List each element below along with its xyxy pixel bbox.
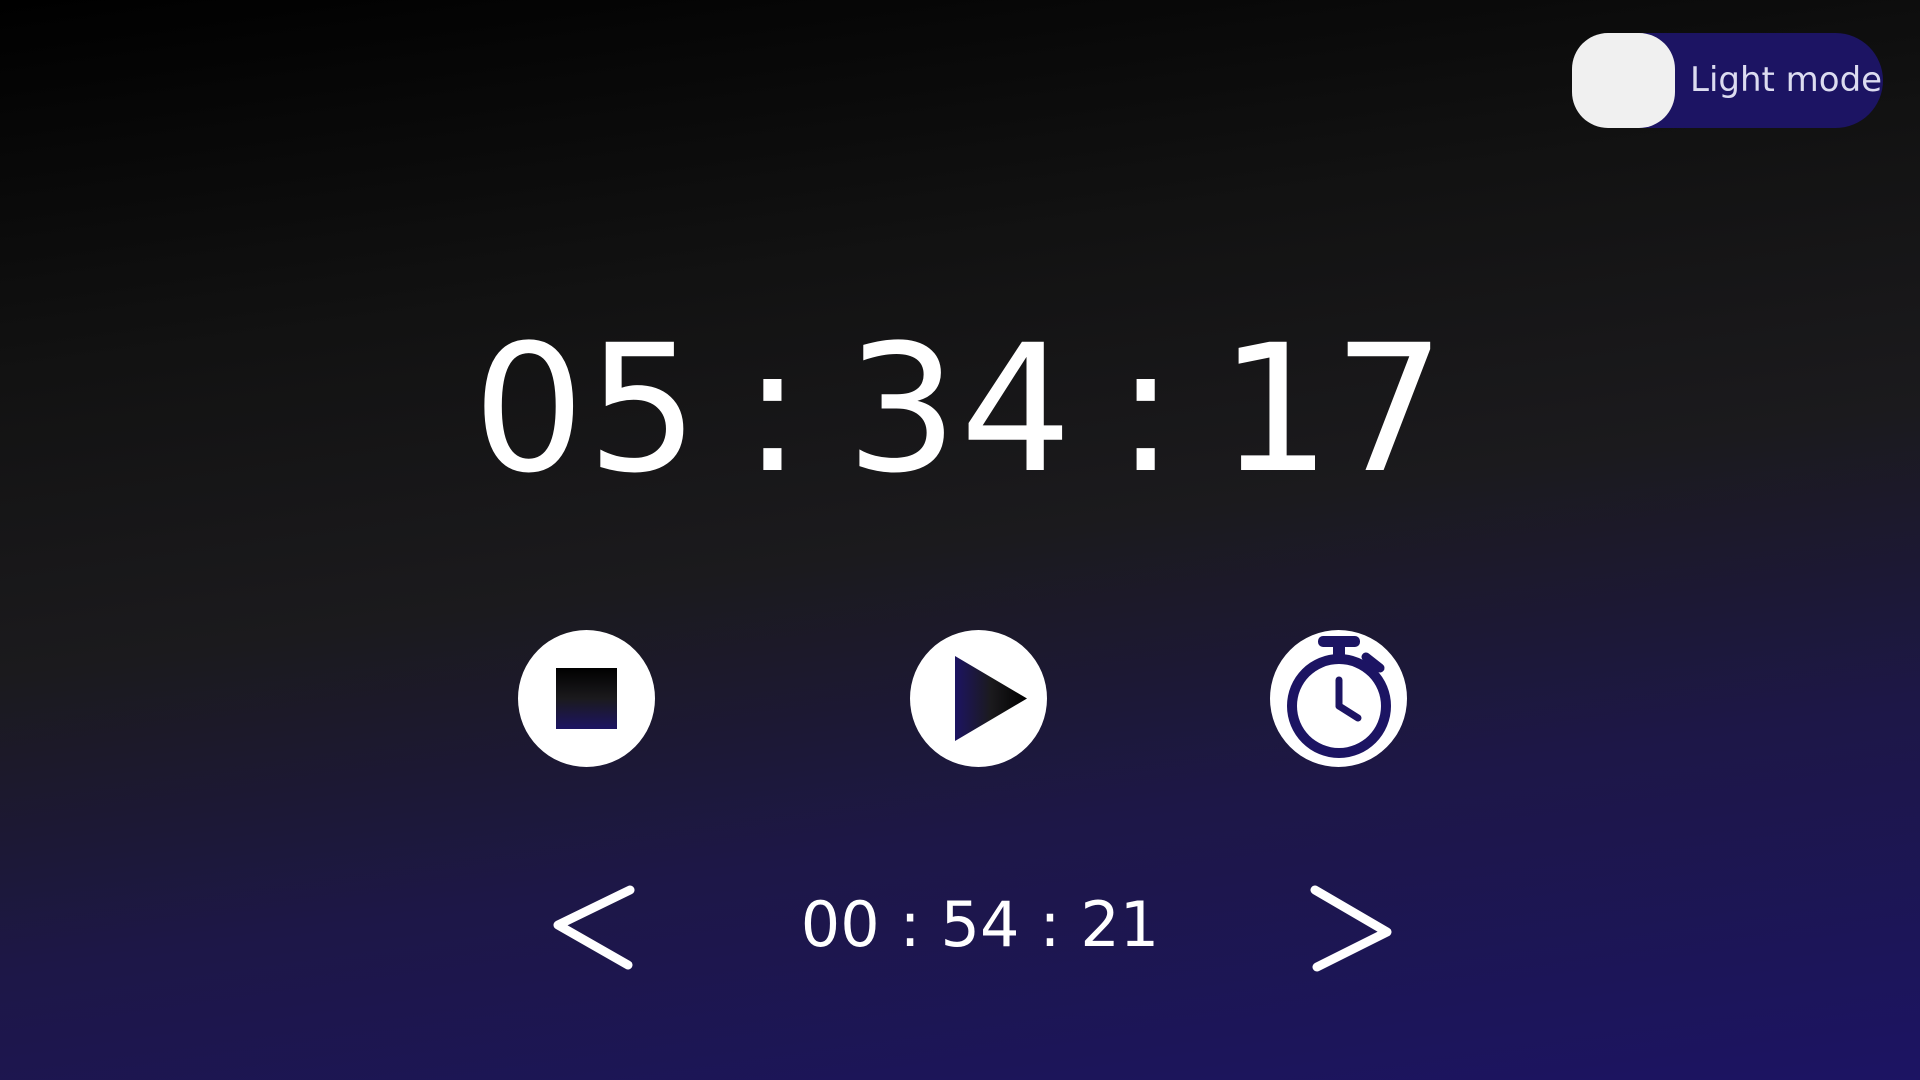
stopwatch-icon (1287, 636, 1391, 758)
lap-separator: : (899, 888, 921, 961)
chevron-left-icon (553, 885, 635, 970)
stopwatch-button[interactable] (1270, 630, 1407, 767)
main-minutes: 34 (846, 307, 1074, 512)
light-mode-toggle[interactable]: Light mode (1572, 33, 1883, 128)
main-separator: : (1115, 307, 1178, 512)
stop-button[interactable] (518, 630, 655, 767)
next-lap-button[interactable] (1305, 880, 1395, 980)
lap-time-display: 00 : 54 : 21 (700, 885, 1260, 965)
play-button[interactable] (910, 630, 1047, 767)
main-hours: 05 (472, 307, 701, 512)
stop-icon (556, 668, 617, 729)
main-seconds: 17 (1219, 307, 1448, 512)
main-separator: : (742, 307, 805, 512)
lap-seconds: 21 (1080, 888, 1160, 961)
main-time-display: 05 : 34 : 17 (0, 300, 1920, 520)
lap-hours: 00 (800, 888, 880, 961)
toggle-knob[interactable] (1572, 33, 1675, 128)
lap-minutes: 54 (940, 888, 1020, 961)
lap-separator: : (1039, 888, 1061, 961)
chevron-right-icon (1310, 885, 1392, 972)
play-icon (955, 656, 1027, 741)
toggle-label: Light mode (1690, 60, 1883, 100)
previous-lap-button[interactable] (550, 880, 640, 980)
